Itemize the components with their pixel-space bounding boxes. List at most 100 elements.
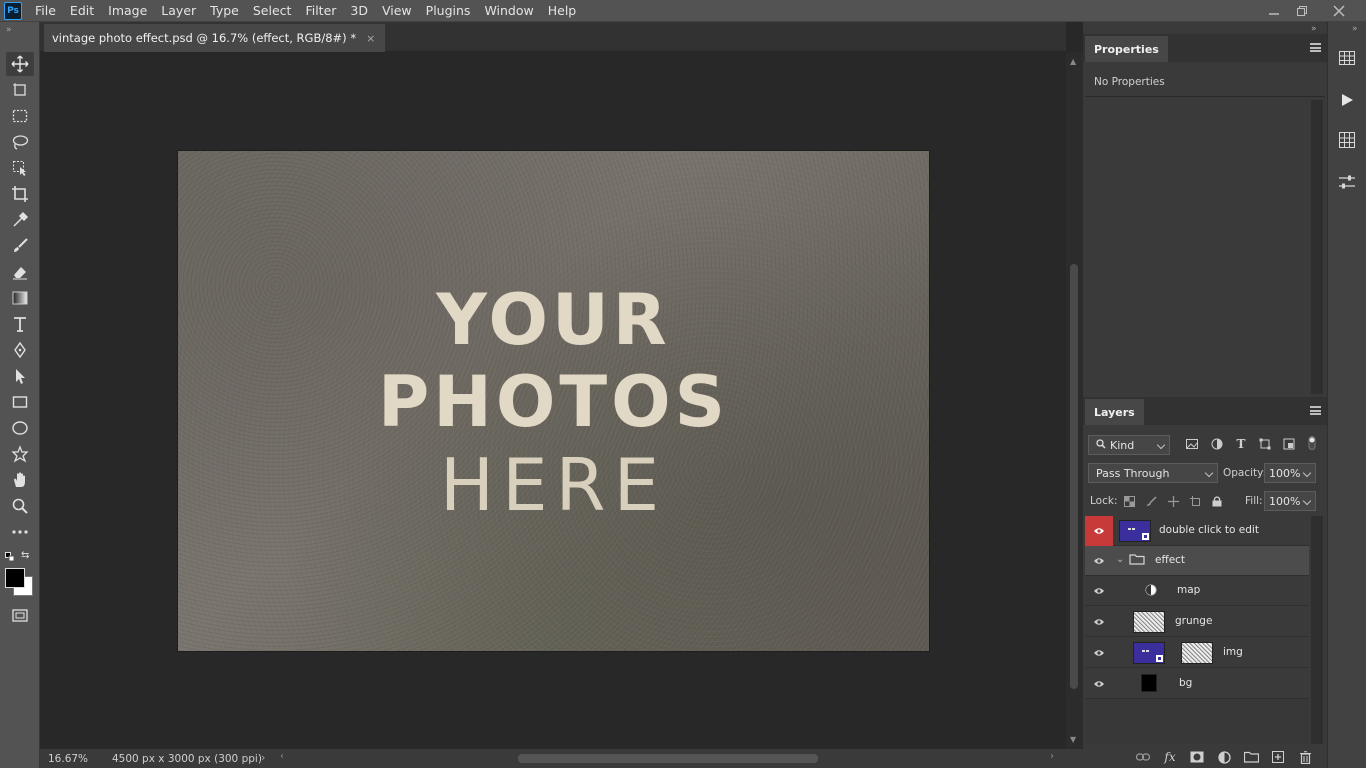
layer-row-effect[interactable]: ⌄ effect bbox=[1085, 546, 1309, 576]
filter-toggle-icon[interactable] bbox=[1308, 436, 1316, 450]
layer-style-fx-icon[interactable]: fx bbox=[1162, 749, 1178, 765]
zoom-tool-icon[interactable] bbox=[6, 494, 34, 518]
actions-play-icon[interactable] bbox=[1336, 89, 1358, 111]
swatches-grid-icon[interactable] bbox=[1336, 129, 1358, 151]
canvas-vertical-scrollbar[interactable]: ▲ ▼ bbox=[1066, 52, 1083, 749]
new-layer-icon[interactable] bbox=[1270, 749, 1286, 765]
menu-image[interactable]: Image bbox=[101, 0, 154, 22]
properties-panel-menu-icon[interactable] bbox=[1310, 43, 1321, 52]
artboard-tool-icon[interactable] bbox=[6, 78, 34, 102]
filter-adjustment-layer-icon[interactable] bbox=[1209, 436, 1225, 452]
lock-all-icon[interactable] bbox=[1210, 494, 1224, 508]
link-layers-icon[interactable] bbox=[1135, 749, 1151, 765]
new-adjustment-layer-icon[interactable] bbox=[1216, 749, 1232, 765]
filter-pixel-layer-icon[interactable] bbox=[1184, 436, 1200, 452]
vertical-scroll-thumb[interactable] bbox=[1070, 264, 1078, 689]
eraser-tool-icon[interactable] bbox=[6, 260, 34, 284]
layer-name[interactable]: effect bbox=[1155, 554, 1185, 566]
layer-mask-thumbnail[interactable] bbox=[1181, 642, 1213, 664]
canvas-horizontal-scrollbar[interactable]: ‹ › bbox=[280, 751, 1060, 765]
filter-shape-layer-icon[interactable] bbox=[1257, 436, 1273, 452]
minimize-icon[interactable] bbox=[1259, 0, 1289, 22]
lock-transparent-pixels-icon[interactable] bbox=[1122, 494, 1136, 508]
layer-name[interactable]: double click to edit bbox=[1159, 524, 1259, 536]
menu-edit[interactable]: Edit bbox=[63, 0, 101, 22]
layer-name[interactable]: bg bbox=[1179, 677, 1192, 689]
layers-scrollbar[interactable] bbox=[1311, 516, 1323, 744]
lock-position-icon[interactable] bbox=[1166, 494, 1180, 508]
lock-image-pixels-icon[interactable] bbox=[1144, 494, 1158, 508]
visibility-eye-icon[interactable] bbox=[1085, 668, 1113, 699]
layers-panel-menu-icon[interactable] bbox=[1310, 406, 1321, 415]
delete-layer-trash-icon[interactable] bbox=[1297, 749, 1313, 765]
layer-row-grunge[interactable]: grunge bbox=[1085, 606, 1309, 637]
document-canvas[interactable]: YOUR PHOTOS HERE bbox=[178, 151, 929, 651]
custom-shape-tool-icon[interactable] bbox=[6, 442, 34, 466]
scroll-up-icon[interactable]: ▲ bbox=[1070, 57, 1076, 66]
opacity-field[interactable]: 100% bbox=[1264, 463, 1316, 483]
layer-row-bg[interactable]: bg bbox=[1085, 668, 1309, 699]
menu-window[interactable]: Window bbox=[477, 0, 540, 22]
object-select-tool-icon[interactable] bbox=[6, 156, 34, 180]
ellipse-tool-icon[interactable] bbox=[6, 416, 34, 440]
rectangle-tool-icon[interactable] bbox=[6, 390, 34, 414]
marquee-tool-icon[interactable] bbox=[6, 104, 34, 128]
layer-row-double-click-to-edit[interactable]: double click to edit bbox=[1085, 516, 1309, 546]
menu-plugins[interactable]: Plugins bbox=[419, 0, 478, 22]
menu-help[interactable]: Help bbox=[541, 0, 584, 22]
close-icon[interactable] bbox=[1324, 0, 1354, 22]
status-menu-arrow-icon[interactable]: › bbox=[261, 751, 265, 764]
expand-panels-icon[interactable]: » bbox=[1352, 24, 1358, 34]
collapse-toolbar-icon[interactable]: » bbox=[6, 25, 12, 35]
visibility-eye-icon[interactable] bbox=[1085, 516, 1113, 546]
blend-mode-select[interactable]: Pass Through bbox=[1088, 463, 1218, 483]
screen-mode-icon[interactable] bbox=[6, 604, 34, 628]
menu-file[interactable]: File bbox=[28, 0, 63, 22]
swap-colors-icon[interactable]: ⇆ bbox=[21, 550, 33, 562]
scroll-left-icon[interactable]: ‹ bbox=[280, 751, 284, 762]
scroll-right-icon[interactable]: › bbox=[1050, 751, 1054, 762]
horizontal-scroll-thumb[interactable] bbox=[518, 754, 818, 763]
layer-name[interactable]: map bbox=[1177, 584, 1200, 596]
adjustments-sliders-icon[interactable] bbox=[1336, 171, 1358, 193]
path-select-tool-icon[interactable] bbox=[6, 364, 34, 388]
default-colors-icon[interactable] bbox=[5, 551, 15, 562]
visibility-eye-icon[interactable] bbox=[1085, 637, 1113, 668]
more-tools-icon[interactable] bbox=[6, 520, 34, 544]
brush-tool-icon[interactable] bbox=[6, 234, 34, 258]
zoom-level[interactable]: 16.67% bbox=[40, 753, 90, 765]
menu-layer[interactable]: Layer bbox=[154, 0, 203, 22]
tab-properties[interactable]: Properties bbox=[1085, 36, 1168, 62]
layer-name[interactable]: img bbox=[1223, 646, 1243, 658]
histogram-panel-icon[interactable] bbox=[1336, 47, 1358, 69]
restore-icon[interactable] bbox=[1287, 0, 1317, 22]
fill-field[interactable]: 100% bbox=[1264, 491, 1316, 511]
move-tool-icon[interactable] bbox=[6, 52, 34, 76]
type-tool-icon[interactable] bbox=[6, 312, 34, 336]
collapse-dock-icon[interactable]: » bbox=[1311, 24, 1317, 34]
eyedropper-tool-icon[interactable] bbox=[6, 208, 34, 232]
close-tab-icon[interactable]: × bbox=[366, 32, 375, 45]
filter-type-layer-icon[interactable]: T bbox=[1233, 436, 1249, 452]
pen-tool-icon[interactable] bbox=[6, 338, 34, 362]
filter-smart-object-icon[interactable] bbox=[1281, 436, 1297, 452]
document-tab[interactable]: vintage photo effect.psd @ 16.7% (effect… bbox=[44, 24, 386, 52]
add-mask-icon[interactable] bbox=[1189, 749, 1205, 765]
properties-scrollbar[interactable] bbox=[1311, 100, 1323, 394]
menu-filter[interactable]: Filter bbox=[298, 0, 343, 22]
scroll-down-icon[interactable]: ▼ bbox=[1070, 735, 1076, 744]
crop-tool-icon[interactable] bbox=[6, 182, 34, 206]
foreground-color-swatch[interactable] bbox=[5, 568, 25, 588]
hand-tool-icon[interactable] bbox=[6, 468, 34, 492]
group-expand-chevron-icon[interactable]: ⌄ bbox=[1116, 554, 1124, 565]
lock-artboard-icon[interactable] bbox=[1188, 494, 1202, 508]
menu-select[interactable]: Select bbox=[246, 0, 299, 22]
layer-row-img[interactable]: img bbox=[1085, 637, 1309, 668]
layer-filter-kind-select[interactable]: Kind bbox=[1088, 435, 1170, 455]
lasso-tool-icon[interactable] bbox=[6, 130, 34, 154]
layer-name[interactable]: grunge bbox=[1175, 615, 1212, 627]
menu-view[interactable]: View bbox=[375, 0, 419, 22]
tab-layers[interactable]: Layers bbox=[1085, 399, 1144, 425]
canvas-area[interactable]: YOUR PHOTOS HERE bbox=[40, 52, 1066, 749]
gradient-tool-icon[interactable] bbox=[6, 286, 34, 310]
